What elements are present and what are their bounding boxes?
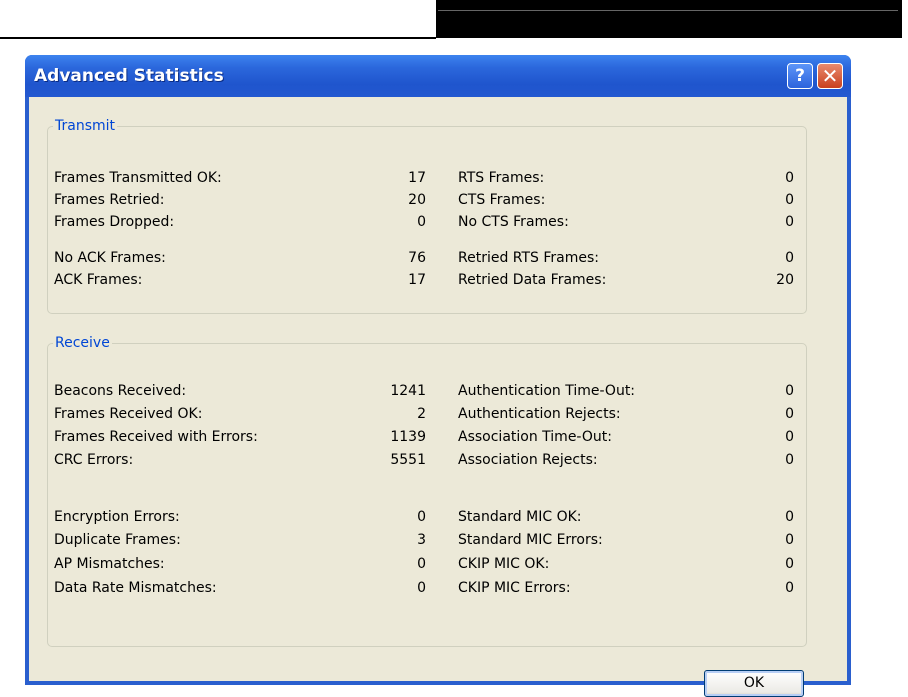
stat-label: Association Rejects: bbox=[458, 452, 598, 468]
stat-value: 0 bbox=[785, 429, 794, 445]
stat-value: 20 bbox=[776, 272, 794, 288]
stat-value: 0 bbox=[417, 580, 426, 596]
stat-label: No CTS Frames: bbox=[458, 214, 569, 230]
stat-value: 0 bbox=[417, 214, 426, 230]
stat-label: Data Rate Mismatches: bbox=[54, 580, 217, 596]
stat-label: Standard MIC Errors: bbox=[458, 532, 603, 548]
stat-label: CKIP MIC Errors: bbox=[458, 580, 571, 596]
transmit-group: Transmit Frames Transmitted OK: 17 Frame… bbox=[47, 118, 807, 314]
stat-value: 1139 bbox=[390, 429, 426, 445]
stat-label: Frames Dropped: bbox=[54, 214, 175, 230]
stat-label: CRC Errors: bbox=[54, 452, 134, 468]
banner-line bbox=[438, 10, 898, 11]
stat-label: Standard MIC OK: bbox=[458, 509, 582, 525]
stat-value: 0 bbox=[785, 383, 794, 399]
help-icon[interactable]: ? bbox=[787, 63, 813, 89]
banner-edge bbox=[902, 0, 904, 38]
stat-value: 0 bbox=[417, 556, 426, 572]
stat-label: ACK Frames: bbox=[54, 272, 143, 288]
stat-value: 3 bbox=[417, 532, 426, 548]
stat-label: CTS Frames: bbox=[458, 192, 546, 208]
stat-label: Authentication Rejects: bbox=[458, 406, 621, 422]
stat-value: 0 bbox=[785, 452, 794, 468]
stat-value: 0 bbox=[785, 509, 794, 525]
stat-label: Frames Retried: bbox=[54, 192, 165, 208]
stat-value: 20 bbox=[408, 192, 426, 208]
stat-label: CKIP MIC OK: bbox=[458, 556, 550, 572]
stat-label: AP Mismatches: bbox=[54, 556, 165, 572]
stat-label: Encryption Errors: bbox=[54, 509, 180, 525]
stat-value: 5551 bbox=[390, 452, 426, 468]
stat-value: 17 bbox=[408, 170, 426, 186]
stat-label: Association Time-Out: bbox=[458, 429, 612, 445]
close-icon[interactable]: ✕ bbox=[817, 63, 843, 89]
stat-label: Frames Received OK: bbox=[54, 406, 203, 422]
receive-legend: Receive bbox=[55, 335, 110, 351]
stat-label: Frames Received with Errors: bbox=[54, 429, 258, 445]
stat-label: Retried Data Frames: bbox=[458, 272, 607, 288]
title-bar[interactable]: Advanced Statistics ? ✕ bbox=[25, 55, 851, 97]
stat-value: 0 bbox=[785, 406, 794, 422]
top-banner bbox=[436, 0, 904, 38]
stat-label: RTS Frames: bbox=[458, 170, 545, 186]
stat-value: 17 bbox=[408, 272, 426, 288]
stat-label: Beacons Received: bbox=[54, 383, 187, 399]
stat-value: 76 bbox=[408, 250, 426, 266]
stat-label: Duplicate Frames: bbox=[54, 532, 181, 548]
window-title: Advanced Statistics bbox=[34, 66, 224, 86]
stat-value: 2 bbox=[417, 406, 426, 422]
stat-value: 1241 bbox=[390, 383, 426, 399]
stat-label: Retried RTS Frames: bbox=[458, 250, 600, 266]
dialog-body: Transmit Frames Transmitted OK: 17 Frame… bbox=[29, 97, 847, 697]
stat-value: 0 bbox=[785, 250, 794, 266]
stat-label: Authentication Time-Out: bbox=[458, 383, 636, 399]
stat-value: 0 bbox=[785, 532, 794, 548]
transmit-legend: Transmit bbox=[55, 118, 116, 134]
stat-value: 0 bbox=[785, 170, 794, 186]
ok-button[interactable]: OK bbox=[704, 670, 804, 697]
stat-value: 0 bbox=[785, 580, 794, 596]
page-divider-line bbox=[0, 37, 436, 39]
stat-value: 0 bbox=[785, 192, 794, 208]
stat-value: 0 bbox=[417, 509, 426, 525]
stat-value: 0 bbox=[785, 214, 794, 230]
receive-group: Receive Beacons Received: 1241 Frames Re… bbox=[47, 335, 807, 647]
stat-value: 0 bbox=[785, 556, 794, 572]
stat-label: Frames Transmitted OK: bbox=[54, 170, 222, 186]
stat-label: No ACK Frames: bbox=[54, 250, 166, 266]
advanced-statistics-dialog: Advanced Statistics ? ✕ Transmit Frames … bbox=[25, 55, 851, 697]
